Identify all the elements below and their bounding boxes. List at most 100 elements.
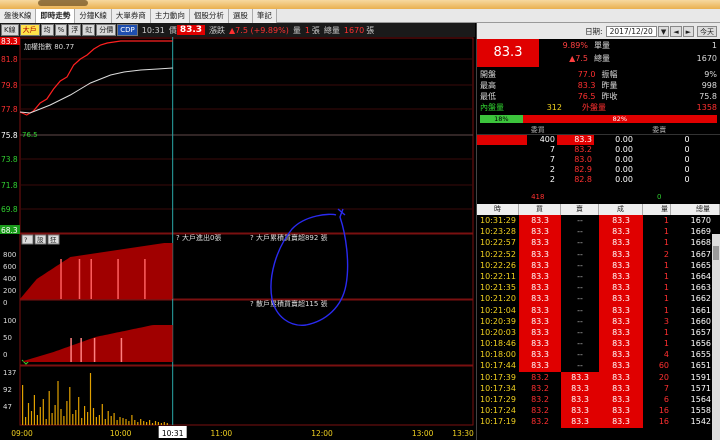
trade-total: 1670 bbox=[690, 216, 711, 225]
trade-row[interactable]: 10:21:04 83.3 -- 83.3 1 1661 bbox=[477, 304, 720, 316]
trade-volume: 16 bbox=[658, 417, 669, 427]
toolbar-button-0[interactable]: K線 bbox=[1, 24, 19, 36]
volume-bar bbox=[166, 423, 168, 425]
stat-value: 998 bbox=[701, 81, 717, 90]
total-volume-value: 1670 bbox=[696, 54, 717, 63]
trade-volume: 1 bbox=[663, 294, 669, 304]
trade-row[interactable]: 10:17:39 83.2 83.3 83.3 20 1591 bbox=[477, 371, 720, 383]
price-tick-label: 83.3 bbox=[1, 37, 18, 46]
date-input[interactable]: 2017/12/20 bbox=[605, 25, 657, 37]
trade-time: 10:20:39 bbox=[480, 316, 516, 326]
trade-volume: 16 bbox=[658, 406, 669, 416]
trade-table-header: 時買賣成量總量 bbox=[477, 204, 720, 215]
price-tick-label: 75.8 bbox=[1, 131, 18, 140]
trade-time: 10:17:19 bbox=[480, 417, 516, 427]
intraday-chart[interactable]: 09:00 10:00 10:31 11:00 12:00 13:00 13:30 83.3 8… bbox=[0, 37, 475, 440]
trade-table-scrollbar[interactable] bbox=[712, 234, 720, 440]
trade-time: 10:22:52 bbox=[480, 249, 516, 259]
volume-bar bbox=[146, 422, 148, 425]
tab-1[interactable]: 即時走勢 bbox=[36, 9, 76, 23]
volume-bar bbox=[72, 414, 74, 425]
tab-2[interactable]: 分鐘K線 bbox=[75, 9, 112, 23]
toolbar-button-7[interactable]: CDP bbox=[117, 24, 138, 36]
outer-volume-label: 外盤量 bbox=[582, 103, 606, 112]
trade-row[interactable]: 10:17:34 83.2 83.3 83.3 7 1571 bbox=[477, 382, 720, 394]
stat-cell: 昨量 998 bbox=[599, 80, 720, 91]
inner-outer-volume: 內盤量 312 外盤量 1358 bbox=[477, 102, 720, 113]
app-title-bar bbox=[0, 0, 720, 9]
trade-row[interactable]: 10:18:46 83.3 -- 83.3 1 1656 bbox=[477, 338, 720, 350]
trade-row[interactable]: 10:22:26 83.3 -- 83.3 1 1665 bbox=[477, 259, 720, 271]
scrollbar-thumb[interactable] bbox=[713, 246, 719, 260]
tab-6[interactable]: 選股 bbox=[228, 9, 253, 23]
ask-price: 0.00 bbox=[615, 175, 633, 184]
trade-row[interactable]: 10:21:35 83.3 -- 83.3 1 1663 bbox=[477, 282, 720, 294]
trade-bid: 83.3 bbox=[519, 237, 561, 249]
volume-bar bbox=[22, 385, 24, 425]
trade-row[interactable]: 10:17:29 83.2 83.3 83.3 6 1564 bbox=[477, 394, 720, 406]
bid-header: 委買 bbox=[477, 125, 599, 135]
trade-table[interactable]: 10:31:29 83.3 -- 83.3 1 1670 10:23:28 83.3 -- 83.… bbox=[477, 215, 720, 428]
trade-ask: -- bbox=[577, 260, 583, 270]
volume-bar bbox=[89, 373, 92, 425]
trade-bid: 83.3 bbox=[519, 338, 561, 350]
tab-5[interactable]: 個股分析 bbox=[189, 9, 229, 23]
toolbar-button-3[interactable]: % bbox=[54, 24, 68, 36]
tab-7[interactable]: 筆記 bbox=[252, 9, 277, 23]
trade-row[interactable]: 10:17:24 83.2 83.3 83.3 16 1558 bbox=[477, 405, 720, 417]
trade-volume: 1 bbox=[663, 271, 669, 281]
trade-row[interactable]: 10:20:03 83.3 -- 83.3 1 1657 bbox=[477, 326, 720, 339]
trade-row[interactable]: 10:22:11 83.3 -- 83.3 1 1664 bbox=[477, 270, 720, 283]
trade-row[interactable]: 10:23:28 83.3 -- 83.3 1 1669 bbox=[477, 226, 720, 238]
trade-time: 10:18:46 bbox=[480, 339, 516, 349]
trade-row[interactable]: 10:22:52 83.3 -- 83.3 2 1667 bbox=[477, 248, 720, 260]
today-button[interactable]: 今天 bbox=[697, 25, 717, 37]
trade-row[interactable]: 10:17:19 83.2 83.3 83.3 16 1542 bbox=[477, 416, 720, 428]
panel3-tick: 50 bbox=[3, 334, 12, 342]
tick-volume-value: 1 bbox=[711, 41, 717, 50]
toolbar-button-4[interactable]: 浮 bbox=[68, 24, 82, 36]
ask-header: 委賣 bbox=[598, 125, 720, 135]
volume-bar bbox=[75, 410, 77, 425]
toolbar-button-5[interactable]: 虹 bbox=[82, 24, 96, 36]
tab-4[interactable]: 主力動向 bbox=[150, 9, 190, 23]
trade-volume: 1 bbox=[663, 260, 669, 270]
big-trader-area bbox=[20, 243, 173, 299]
time-tick-label: 11:00 bbox=[211, 429, 233, 438]
trade-price: 83.3 bbox=[599, 259, 643, 271]
orderbook-row: 7 83.0 0.00 0 bbox=[477, 155, 720, 165]
trade-row[interactable]: 10:31:29 83.3 -- 83.3 1 1670 bbox=[477, 215, 720, 227]
bid-price: 83.2 bbox=[574, 145, 592, 154]
volume-bar bbox=[110, 416, 112, 425]
trade-row[interactable]: 10:20:39 83.3 -- 83.3 3 1660 bbox=[477, 315, 720, 327]
volume-bar bbox=[30, 411, 33, 425]
trade-time: 10:22:26 bbox=[480, 260, 516, 270]
trade-row[interactable]: 10:21:20 83.3 -- 83.3 1 1662 bbox=[477, 293, 720, 305]
inner-volume-label: 內盤量 bbox=[480, 103, 504, 112]
toolbar-button-1[interactable]: 大戶 bbox=[19, 24, 40, 36]
ask-total: 0 bbox=[657, 193, 662, 201]
trade-row[interactable]: 10:17:44 83.3 -- 83.3 60 1651 bbox=[477, 360, 720, 372]
stat-label: 昨收 bbox=[601, 92, 618, 101]
toolbar-button-2[interactable]: 均 bbox=[40, 24, 54, 36]
volume-panel bbox=[22, 373, 168, 425]
price-tick-label: 77.8 bbox=[1, 105, 18, 114]
volume-bar bbox=[78, 397, 80, 425]
tab-0[interactable]: 盤後K線 bbox=[0, 9, 37, 23]
tab-3[interactable]: 大單券商 bbox=[111, 9, 151, 23]
prev-day-button[interactable]: ◄ bbox=[670, 25, 682, 37]
trade-time: 10:18:00 bbox=[480, 350, 516, 360]
change-box: 9.89% ▲7.5 bbox=[539, 39, 591, 67]
toolbar-button-6[interactable]: 分價 bbox=[96, 24, 117, 36]
volume-bar bbox=[107, 411, 109, 425]
volume-bar bbox=[48, 391, 50, 425]
trade-row[interactable]: 10:18:00 83.3 -- 83.3 4 1655 bbox=[477, 349, 720, 361]
trade-ask: -- bbox=[577, 316, 583, 326]
price-tick-label: 79.8 bbox=[1, 81, 18, 90]
date-dropdown-button[interactable]: ▼ bbox=[657, 25, 670, 37]
tab-bar: 盤後K線 即時走勢 分鐘K線 大單券商 主力動向 個股分析 選股 筆記 bbox=[0, 9, 720, 23]
trade-row[interactable]: 10:22:57 83.3 -- 83.3 1 1668 bbox=[477, 237, 720, 249]
volume-bar bbox=[51, 413, 53, 425]
chart-grid bbox=[19, 37, 474, 426]
next-day-button[interactable]: ► bbox=[682, 25, 694, 37]
